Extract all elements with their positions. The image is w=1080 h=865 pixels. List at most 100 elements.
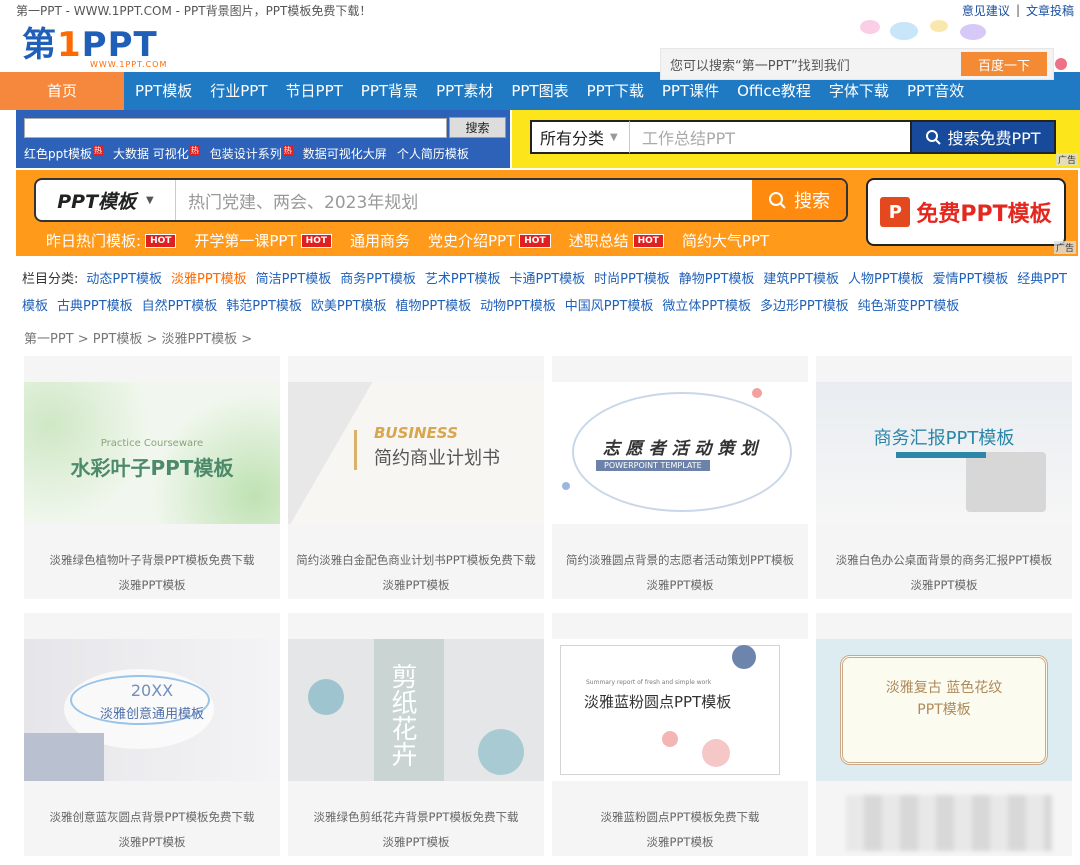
free-ppt-template-label: 免费PPT模板 <box>916 202 1052 227</box>
keyword-input[interactable]: 工作总结PPT <box>630 120 910 154</box>
template-card[interactable]: Practice Courseware 水彩叶子PPT模板淡雅绿色植物叶子背景PP… <box>24 356 280 599</box>
template-thumbnail[interactable]: 20XX 淡雅创意通用模板 <box>24 639 280 781</box>
ad-search-box: 所有分类 ▼ 工作总结PPT 搜索免费PPT 广告 <box>512 110 1080 168</box>
template-thumbnail[interactable]: Summary report of fresh and simple work 淡… <box>552 639 808 781</box>
free-ppt-template-button[interactable]: P 免费PPT模板 <box>866 178 1066 246</box>
nav-item-1[interactable]: PPT模板 <box>126 72 201 110</box>
logo-text-one: 1 <box>57 25 82 65</box>
template-category-link[interactable]: 淡雅PPT模板 <box>552 834 808 850</box>
site-header: 第1PPT WWW.1PPT.COM 您可以搜索“第一PPT”找到我们 百度一下 <box>0 20 1080 80</box>
category-link[interactable]: 建筑PPT模板 <box>763 272 839 287</box>
hot-search-link[interactable]: 包装设计系列热 <box>210 145 293 162</box>
nav-item-6[interactable]: PPT图表 <box>502 72 577 110</box>
thumb-cn-text: 剪纸花卉 <box>387 663 417 767</box>
category-link[interactable]: 纯色渐变PPT模板 <box>858 299 960 314</box>
template-card[interactable]: Summary report of fresh and simple work 淡… <box>552 613 808 856</box>
category-link[interactable]: 动物PPT模板 <box>480 299 556 314</box>
category-link[interactable]: 简洁PPT模板 <box>256 272 332 287</box>
site-search-button[interactable]: 搜索 <box>449 117 506 138</box>
template-title-link[interactable]: 淡雅白色办公桌面背景的商务汇报PPT模板 <box>816 552 1072 568</box>
hot-search-link[interactable]: 个人简历模板 <box>397 145 469 162</box>
template-title-link[interactable]: 淡雅绿色植物叶子背景PPT模板免费下载 <box>24 552 280 568</box>
category-link[interactable]: 爱情PPT模板 <box>933 272 1009 287</box>
template-title-link[interactable]: 简约淡雅白金配色商业计划书PPT模板免费下载 <box>288 552 544 568</box>
nav-item-3[interactable]: 节日PPT <box>277 72 352 110</box>
nav-item-4[interactable]: PPT背景 <box>352 72 427 110</box>
category-link[interactable]: 韩范PPT模板 <box>226 299 302 314</box>
category-link[interactable]: 商务PPT模板 <box>340 272 416 287</box>
hot-template-link[interactable]: 述职总结 HOT <box>569 230 664 251</box>
category-link[interactable]: 多边形PPT模板 <box>760 299 849 314</box>
baidu-search-input[interactable]: 您可以搜索“第一PPT”找到我们 <box>661 55 961 74</box>
free-ppt-search-button[interactable]: 搜索免费PPT <box>910 120 1056 154</box>
template-category-select[interactable]: PPT模板 ▼ <box>36 180 176 220</box>
template-thumbnail[interactable]: 志 愿 者 活 动 策 划 POWERPOINT TEMPLATE <box>552 382 808 524</box>
category-link[interactable]: 中国风PPT模板 <box>565 299 654 314</box>
template-thumbnail[interactable]: 淡雅复古 蓝色花纹PPT模板 <box>816 639 1072 781</box>
thumb-en-text: 20XX <box>130 681 174 700</box>
nav-item-7[interactable]: PPT下载 <box>578 72 653 110</box>
template-card[interactable]: 剪纸花卉淡雅绿色剪纸花卉背景PPT模板免费下载 淡雅PPT模板 <box>288 613 544 856</box>
template-card[interactable]: 志 愿 者 活 动 策 划 POWERPOINT TEMPLATE 简约淡雅圆点背景… <box>552 356 808 599</box>
submit-article-link[interactable]: 文章投稿 <box>1026 2 1074 19</box>
template-card[interactable]: 商务汇报PPT模板淡雅白色办公桌面背景的商务汇报PPT模板 淡雅PPT模板 <box>816 356 1072 599</box>
nav-item-5[interactable]: PPT素材 <box>427 72 502 110</box>
hot-template-link[interactable]: 党史介绍PPT HOT <box>428 230 551 251</box>
template-card[interactable]: BUSINESS 简约商业计划书简约淡雅白金配色商业计划书PPT模板免费下载 淡雅P… <box>288 356 544 599</box>
template-card[interactable]: 20XX 淡雅创意通用模板淡雅创意蓝灰圆点背景PPT模板免费下载 淡雅PPT模板 <box>24 613 280 856</box>
template-title-link[interactable]: 淡雅绿色剪纸花卉背景PPT模板免费下载 <box>288 809 544 825</box>
thumb-en-text: POWERPOINT TEMPLATE <box>596 460 710 471</box>
hot-flag: 热 <box>282 145 293 156</box>
category-link[interactable]: 卡通PPT模板 <box>510 272 586 287</box>
template-title-link[interactable]: 简约淡雅圆点背景的志愿者活动策划PPT模板 <box>552 552 808 568</box>
category-link[interactable]: 艺术PPT模板 <box>425 272 501 287</box>
template-search-button[interactable]: 搜索 <box>752 180 846 220</box>
template-search-input[interactable]: 热门党建、两会、2023年规划 <box>176 180 752 220</box>
thumb-cn-text: 志 愿 者 活 动 策 划 <box>602 439 758 459</box>
category-select[interactable]: 所有分类 ▼ <box>530 120 630 154</box>
template-category-link[interactable]: 淡雅PPT模板 <box>816 577 1072 593</box>
template-thumbnail[interactable]: Practice Courseware 水彩叶子PPT模板 <box>24 382 280 524</box>
hot-search-link[interactable]: 红色ppt模板热 <box>24 145 103 162</box>
template-title-link[interactable]: 淡雅创意蓝灰圆点背景PPT模板免费下载 <box>24 809 280 825</box>
category-link[interactable]: 人物PPT模板 <box>848 272 924 287</box>
category-link[interactable]: 静物PPT模板 <box>679 272 755 287</box>
hot-template-link[interactable]: 开学第一课PPT HOT <box>194 230 332 251</box>
category-link[interactable]: 自然PPT模板 <box>142 299 218 314</box>
template-card[interactable]: 淡雅复古 蓝色花纹PPT模板 <box>816 613 1072 856</box>
template-category-link[interactable]: 淡雅PPT模板 <box>288 834 544 850</box>
category-link[interactable]: 动态PPT模板 <box>86 272 162 287</box>
category-link[interactable]: 时尚PPT模板 <box>594 272 670 287</box>
category-link[interactable]: 植物PPT模板 <box>396 299 472 314</box>
category-label: 栏目分类: <box>22 272 79 287</box>
template-category-link[interactable]: 淡雅PPT模板 <box>24 834 280 850</box>
hot-search-link[interactable]: 数据可视化大屏 <box>303 145 387 162</box>
nav-item-2[interactable]: 行业PPT <box>201 72 276 110</box>
template-category-link[interactable]: 淡雅PPT模板 <box>24 577 280 593</box>
category-link[interactable]: 古典PPT模板 <box>57 299 133 314</box>
category-link[interactable]: 欧美PPT模板 <box>311 299 387 314</box>
template-category-link[interactable]: 淡雅PPT模板 <box>288 577 544 593</box>
hot-template-link[interactable]: 简约大气PPT <box>682 230 769 251</box>
template-category-link[interactable]: 淡雅PPT模板 <box>552 577 808 593</box>
hot-template-link[interactable]: 通用商务 <box>350 230 410 251</box>
ad-label: 广告 <box>1053 241 1076 254</box>
template-thumbnail[interactable]: BUSINESS 简约商业计划书 <box>288 382 544 524</box>
category-link[interactable]: 微立体PPT模板 <box>662 299 751 314</box>
search-row: 搜索 红色ppt模板热大数据 可视化热包装设计系列热数据可视化大屏 个人简历模板 … <box>0 110 1080 168</box>
template-thumbnail[interactable]: 剪纸花卉 <box>288 639 544 781</box>
site-logo[interactable]: 第1PPT WWW.1PPT.COM <box>22 25 166 69</box>
template-thumbnail[interactable]: 商务汇报PPT模板 <box>816 382 1072 524</box>
thumb-en-text: Practice Courseware <box>100 438 204 449</box>
chevron-down-icon: ▼ <box>610 131 618 143</box>
template-title-link[interactable]: 淡雅蓝粉圆点PPT模板免费下载 <box>552 809 808 825</box>
chevron-down-icon: ▼ <box>146 194 154 206</box>
feedback-link[interactable]: 意见建议 <box>962 2 1010 19</box>
site-search-input[interactable] <box>24 118 447 138</box>
nav-item-0[interactable]: 首页 <box>0 72 124 110</box>
hot-search-link[interactable]: 大数据 可视化热 <box>113 145 200 162</box>
category-link[interactable]: 淡雅PPT模板 <box>171 272 247 287</box>
template-search-banner: PPT模板 ▼ 热门党建、两会、2023年规划 搜索 P 免费PPT模板 昨日热门… <box>16 170 1078 256</box>
baidu-search-button[interactable]: 百度一下 <box>961 52 1047 76</box>
free-ppt-search-label: 搜索免费PPT <box>947 129 1041 148</box>
